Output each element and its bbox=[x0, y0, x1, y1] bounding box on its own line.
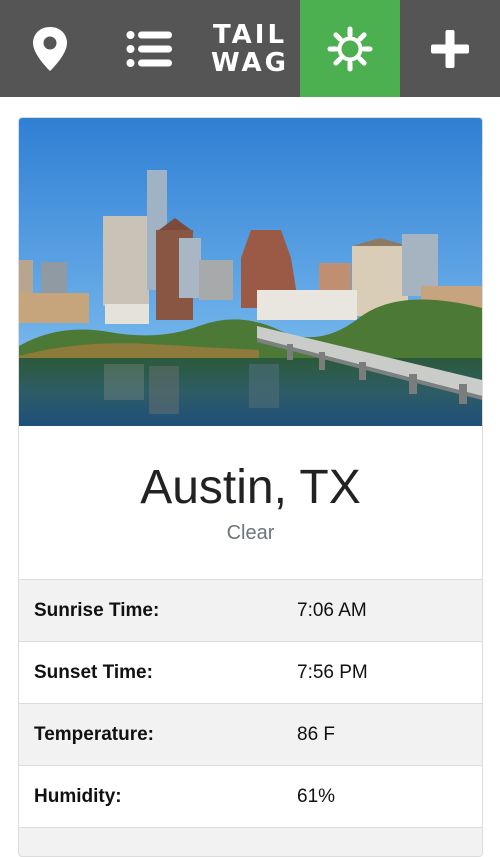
stat-row-next bbox=[19, 828, 482, 856]
stat-value: 86 F bbox=[297, 723, 336, 745]
top-navbar: TAIL WAG bbox=[0, 0, 500, 97]
nav-weather-button[interactable] bbox=[300, 0, 400, 97]
stat-row-humidity: Humidity: 61% bbox=[19, 766, 482, 828]
stat-row-temperature: Temperature: 86 F bbox=[19, 704, 482, 766]
tailwag-logo: TAIL WAG bbox=[211, 22, 289, 76]
stat-label: Sunset Time: bbox=[34, 661, 153, 683]
stat-label: Temperature: bbox=[34, 723, 155, 745]
plus-icon bbox=[431, 29, 469, 68]
sun-icon bbox=[327, 26, 373, 71]
city-skyline-image bbox=[19, 118, 482, 426]
nav-map-button[interactable] bbox=[0, 0, 100, 97]
stat-label: Humidity: bbox=[34, 785, 122, 807]
stat-label: Sunrise Time: bbox=[34, 599, 160, 621]
stat-row-sunrise: Sunrise Time: 7:06 AM bbox=[19, 580, 482, 642]
map-pin-icon bbox=[33, 26, 67, 71]
logo-line-2: WAG bbox=[211, 47, 289, 78]
nav-logo[interactable]: TAIL WAG bbox=[200, 0, 300, 97]
stat-value: 7:56 PM bbox=[297, 661, 368, 683]
weather-card: Austin, TX Clear Sunrise Time: 7:06 AM S… bbox=[18, 117, 483, 857]
nav-list-button[interactable] bbox=[100, 0, 200, 97]
stat-value: 61% bbox=[297, 785, 336, 807]
list-icon bbox=[126, 30, 172, 67]
weather-condition: Clear bbox=[226, 522, 275, 544]
nav-add-button[interactable] bbox=[400, 0, 500, 97]
stat-row-sunset: Sunset Time: 7:56 PM bbox=[19, 642, 482, 704]
logo-line-1: TAIL bbox=[212, 19, 288, 50]
city-name: Austin, TX bbox=[140, 461, 361, 514]
stat-value: 7:06 AM bbox=[297, 599, 367, 621]
location-header: Austin, TX Clear bbox=[19, 426, 482, 580]
